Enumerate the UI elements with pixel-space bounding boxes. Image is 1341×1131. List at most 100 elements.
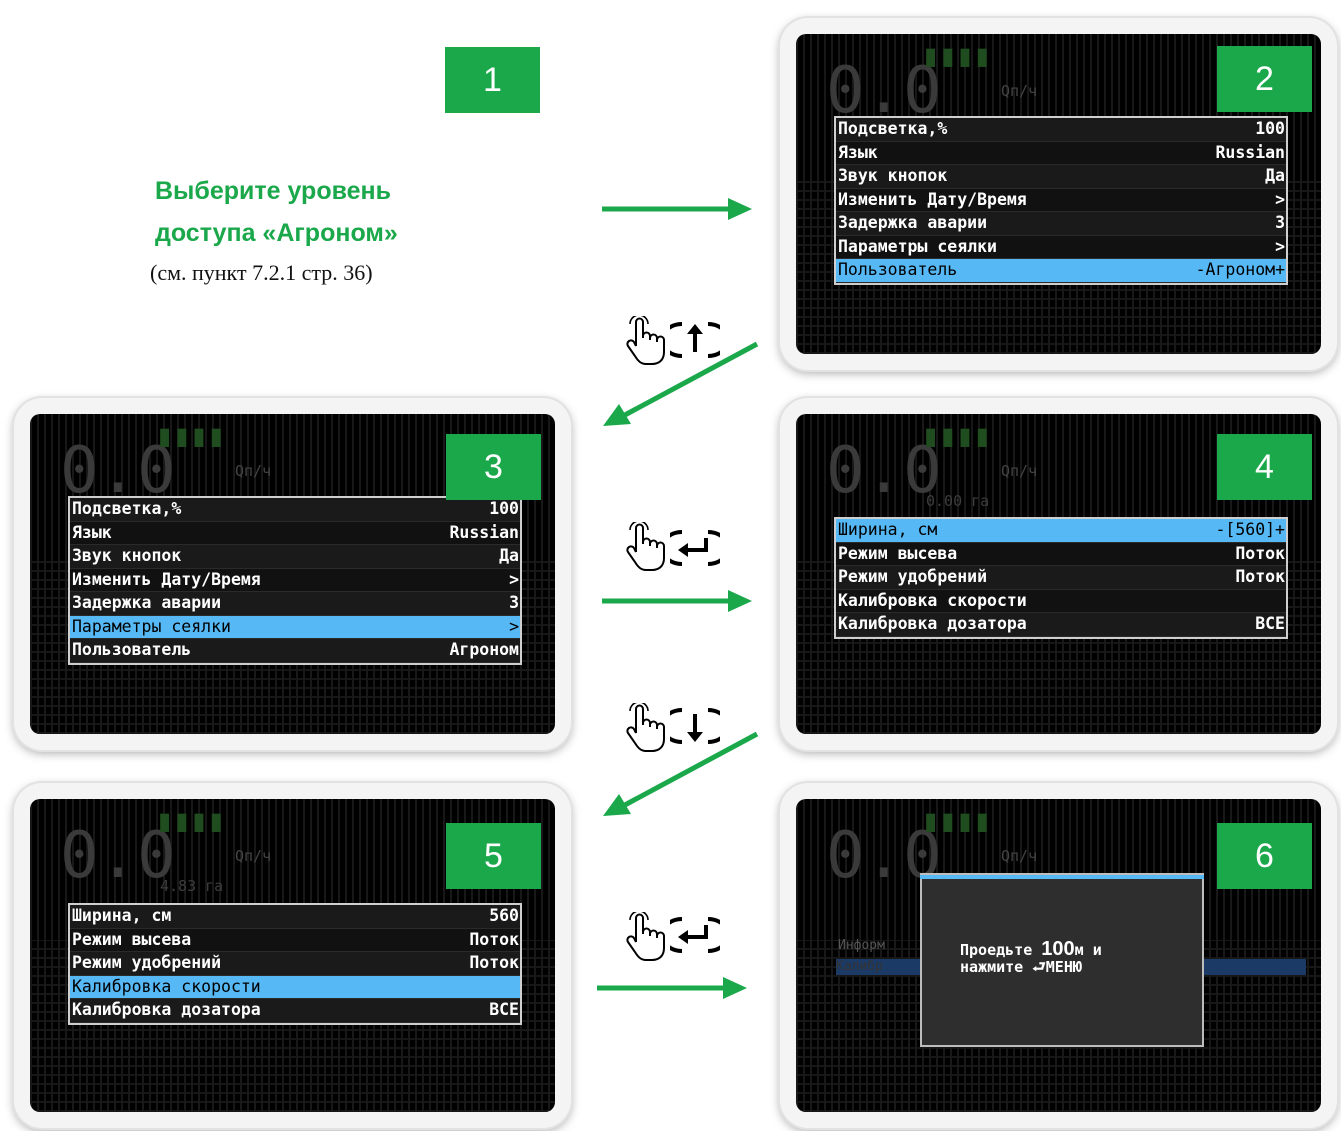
menu-row-value: > bbox=[1275, 236, 1285, 256]
menu-row[interactable]: Режим удобрений Поток bbox=[836, 566, 1286, 590]
hand-pointer-icon bbox=[626, 703, 665, 752]
menu-row-label: Пользователь bbox=[72, 640, 192, 659]
menu-row-label: Параметры сеялки bbox=[72, 616, 231, 636]
menu-row[interactable]: Задержка аварии 3 bbox=[70, 592, 520, 616]
menu-row[interactable]: Язык Russian bbox=[70, 521, 520, 545]
menu-row-value: 100 bbox=[489, 499, 519, 518]
menu-row-selected[interactable]: Параметры сеялки > bbox=[70, 615, 520, 639]
step-number-2: 2 bbox=[1217, 46, 1312, 112]
step-number-6: 6 bbox=[1217, 823, 1312, 889]
menu-row-label: Калибровка дозатора bbox=[72, 1000, 261, 1019]
arrow-down-key-icon bbox=[670, 708, 720, 744]
step-number-1: 1 bbox=[445, 47, 540, 113]
section-icons: ▮▮▮▮ bbox=[924, 807, 993, 835]
menu-row-value: Да bbox=[499, 546, 519, 565]
menu-row-value: ВСЕ bbox=[489, 1000, 519, 1019]
dialog-distance: 100 bbox=[1041, 938, 1075, 960]
menu-row-value: Да bbox=[1265, 166, 1285, 185]
menu-row-label: Режим высева bbox=[838, 543, 958, 563]
intro-title-line-2: доступа «Агроном» bbox=[155, 219, 398, 247]
dialog-text: Проедьте bbox=[960, 941, 1042, 959]
menu-row-value: > bbox=[1275, 189, 1285, 209]
menu-row-value: -[560]+ bbox=[1215, 520, 1285, 539]
step-number-4: 4 bbox=[1217, 434, 1312, 500]
menu-row[interactable]: Режим удобрений Поток bbox=[70, 952, 520, 976]
menu-row-label: Язык bbox=[838, 142, 878, 162]
ghost-unit: Qп/ч bbox=[1001, 847, 1038, 865]
menu-row[interactable]: Подсветка,% 100 bbox=[836, 118, 1286, 142]
settings-menu: Подсветка,% 100 Язык Russian Звук кнопок Да… bbox=[834, 116, 1288, 285]
menu-row[interactable]: Калибровка дозатора ВСЕ bbox=[70, 999, 520, 1023]
menu-row[interactable]: Параметры сеялки > bbox=[836, 235, 1286, 259]
menu-row[interactable]: Изменить Дату/Время > bbox=[70, 568, 520, 592]
arrow-right-icon bbox=[602, 590, 752, 612]
ghost-area: 0.00 га bbox=[926, 492, 990, 510]
menu-row-selected[interactable]: Калибровка скорости bbox=[70, 975, 520, 999]
section-icons: ▮▮▮▮ bbox=[158, 807, 227, 835]
dialog-line-2: нажмите ⮐МЕНЮ bbox=[960, 959, 1102, 976]
intro-title: Выберите уровень доступа «Агроном» bbox=[155, 170, 398, 254]
menu-row-label: Калибровка дозатора bbox=[838, 614, 1027, 633]
seeder-menu: Ширина, см 560 Режим высева Поток Режим уд… bbox=[68, 903, 522, 1025]
ghost-unit: Qп/ч bbox=[235, 462, 272, 480]
arrow-right-icon bbox=[602, 198, 752, 220]
menu-row[interactable]: Звук кнопок Да bbox=[836, 165, 1286, 189]
hand-pointer-icon bbox=[626, 316, 665, 365]
dialog-text: МЕНЮ bbox=[1045, 958, 1082, 976]
dialog-text: нажмите bbox=[960, 958, 1033, 976]
menu-row[interactable]: Звук кнопок Да bbox=[70, 545, 520, 569]
menu-row-value: > bbox=[509, 616, 519, 636]
menu-row[interactable]: Ширина, см 560 bbox=[70, 905, 520, 929]
dialog-title-bar bbox=[920, 875, 1204, 879]
step-number-3: 3 bbox=[446, 434, 541, 500]
arrow-right-icon bbox=[597, 977, 747, 999]
enter-key-icon bbox=[670, 530, 720, 566]
menu-row-label: Режим удобрений bbox=[838, 567, 988, 586]
device-screen-5: 0.0 ▮▮▮▮ Qп/ч 4.83 га 5 Ширина, см 560 Ре… bbox=[14, 783, 571, 1128]
menu-row-label: Параметры сеялки bbox=[838, 236, 997, 256]
menu-row-label: Подсветка,% bbox=[72, 499, 182, 518]
menu-row-label: Звук кнопок bbox=[838, 166, 948, 185]
menu-row[interactable]: Подсветка,% 100 bbox=[70, 498, 520, 522]
settings-menu: Подсветка,% 100 Язык Russian Звук кнопок Да… bbox=[68, 496, 522, 665]
menu-row-selected[interactable]: Ширина, см -[560]+ bbox=[836, 519, 1286, 543]
device-screen-4: 0.0 ▮▮▮▮ Qп/ч 0.00 га 4 Ширина, см -[560]… bbox=[780, 398, 1337, 750]
menu-row[interactable]: Изменить Дату/Время > bbox=[836, 188, 1286, 212]
hand-pointer-icon bbox=[626, 522, 665, 571]
menu-row-value: Поток bbox=[469, 953, 519, 972]
menu-row[interactable]: Калибровка дозатора ВСЕ bbox=[836, 613, 1286, 637]
menu-row-value: 560 bbox=[489, 906, 519, 925]
device-screen-3: 0.0 ▮▮▮▮ Qп/ч 3 Подсветка,% 100 Язык Russi… bbox=[14, 398, 571, 750]
hand-pointer-icon bbox=[626, 912, 665, 961]
ghost-unit: Qп/ч bbox=[235, 847, 272, 865]
menu-row-value: > bbox=[509, 569, 519, 589]
menu-row-value: Поток bbox=[469, 929, 519, 949]
menu-row[interactable]: Задержка аварии 3 bbox=[836, 212, 1286, 236]
menu-row-label: Ширина, см bbox=[838, 520, 938, 539]
seeder-menu: Ширина, см -[560]+ Режим высева Поток Режи… bbox=[834, 517, 1288, 639]
menu-row[interactable]: Режим высева Поток bbox=[70, 928, 520, 952]
ghost-unit: Qп/ч bbox=[1001, 462, 1038, 480]
menu-row-label: Изменить Дату/Время bbox=[838, 189, 1027, 209]
menu-row-value: -Агроном+ bbox=[1195, 260, 1285, 279]
device-screen-6: 0.0 ▮▮▮▮ Qп/ч Информ Калибр 6 Проедьте 1… bbox=[780, 783, 1337, 1128]
menu-row-value: Russian bbox=[1215, 142, 1285, 162]
menu-row[interactable]: Язык Russian bbox=[836, 141, 1286, 165]
ghost-area: 4.83 га bbox=[160, 877, 224, 895]
arrow-up-key-icon bbox=[670, 322, 720, 358]
menu-row-value: 3 bbox=[1275, 213, 1285, 232]
menu-row-label: Язык bbox=[72, 522, 112, 542]
menu-row[interactable]: Пользователь Агроном bbox=[70, 639, 520, 663]
menu-row-value: ВСЕ bbox=[1255, 614, 1285, 633]
menu-row[interactable]: Калибровка скорости bbox=[836, 589, 1286, 613]
menu-row[interactable]: Режим высева Поток bbox=[836, 542, 1286, 566]
menu-row-label: Режим удобрений bbox=[72, 953, 222, 972]
enter-key-icon bbox=[670, 917, 720, 953]
menu-row-selected[interactable]: Пользователь -Агроном+ bbox=[836, 259, 1286, 283]
section-icons: ▮▮▮▮ bbox=[158, 422, 227, 450]
intro-title-line-1: Выберите уровень bbox=[155, 177, 392, 205]
menu-row-label: Изменить Дату/Время bbox=[72, 569, 261, 589]
menu-row-label: Задержка аварии bbox=[72, 593, 222, 612]
intro-note: (см. пункт 7.2.1 стр. 36) bbox=[150, 260, 373, 285]
section-icons: ▮▮▮▮ bbox=[924, 42, 993, 70]
